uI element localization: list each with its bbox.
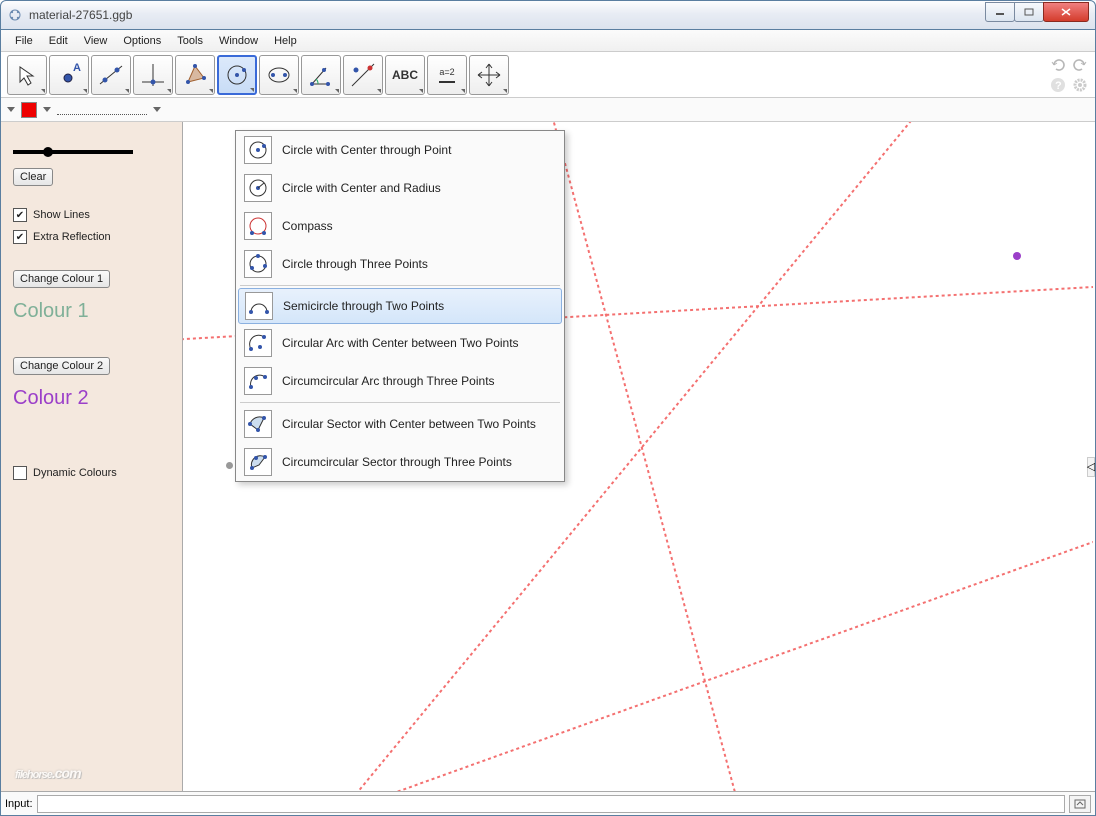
compass-icon xyxy=(244,212,272,240)
dropdown-item-circular-arc[interactable]: Circular Arc with Center between Two Poi… xyxy=(236,324,564,362)
tool-ellipse[interactable] xyxy=(259,55,299,95)
color-picker[interactable] xyxy=(21,102,37,118)
window-title: material-27651.ggb xyxy=(29,8,986,22)
dropdown-item-circle-center-radius[interactable]: Circle with Center and Radius xyxy=(236,169,564,207)
tool-move[interactable] xyxy=(7,55,47,95)
undo-icon[interactable] xyxy=(1049,56,1067,74)
tool-reflect[interactable] xyxy=(343,55,383,95)
input-bar: Input: xyxy=(1,791,1095,815)
color-dropdown-icon[interactable] xyxy=(43,107,51,112)
menu-window[interactable]: Window xyxy=(211,32,266,50)
change-colour-1-button[interactable]: Change Colour 1 xyxy=(13,270,110,288)
clear-button[interactable]: Clear xyxy=(13,168,53,186)
colour-1-label: Colour 1 xyxy=(13,300,170,323)
show-lines-checkbox[interactable]: ✔Show Lines xyxy=(13,208,170,222)
tool-line[interactable] xyxy=(91,55,131,95)
style-bar xyxy=(1,98,1095,122)
dropdown-item-circumcircular-arc[interactable]: Circumcircular Arc through Three Points xyxy=(236,362,564,400)
input-field[interactable] xyxy=(37,795,1065,813)
tool-angle[interactable] xyxy=(301,55,341,95)
point-purple[interactable] xyxy=(1013,252,1021,260)
circle-center-radius-icon xyxy=(244,174,272,202)
help-icon[interactable]: ? xyxy=(1049,76,1067,94)
stylebar-toggle-icon[interactable] xyxy=(7,107,15,112)
maximize-button[interactable] xyxy=(1014,2,1044,22)
input-help-button[interactable] xyxy=(1069,795,1091,813)
point-gray[interactable] xyxy=(226,462,233,469)
circular-sector-icon xyxy=(244,410,272,438)
dropdown-item-semicircle[interactable]: Semicircle through Two Points xyxy=(238,288,562,324)
svg-text:A: A xyxy=(73,62,81,74)
extra-reflection-checkbox[interactable]: ✔Extra Reflection xyxy=(13,230,170,244)
circle-tool-dropdown: Circle with Center through Point Circle … xyxy=(235,130,565,482)
circle-center-point-icon xyxy=(244,136,272,164)
settings-icon[interactable] xyxy=(1071,76,1089,94)
show-lines-label: Show Lines xyxy=(33,209,90,221)
dynamic-colours-label: Dynamic Colours xyxy=(33,467,117,479)
circumcircular-sector-icon xyxy=(244,448,272,476)
menu-edit[interactable]: Edit xyxy=(41,32,76,50)
tool-circle[interactable] xyxy=(217,55,257,95)
extra-reflection-label: Extra Reflection xyxy=(33,231,111,243)
minimize-button[interactable] xyxy=(985,2,1015,22)
menu-options[interactable]: Options xyxy=(115,32,169,50)
circular-arc-icon xyxy=(244,329,272,357)
dropdown-item-circle-center-point[interactable]: Circle with Center through Point xyxy=(236,131,564,169)
line-style-picker[interactable] xyxy=(57,105,147,115)
dropdown-item-compass[interactable]: Compass xyxy=(236,207,564,245)
linestyle-dropdown-icon[interactable] xyxy=(153,107,161,112)
dynamic-colours-checkbox[interactable]: Dynamic Colours xyxy=(13,466,170,480)
change-colour-2-button[interactable]: Change Colour 2 xyxy=(13,357,110,375)
tool-point[interactable]: A xyxy=(49,55,89,95)
dropdown-item-circle-three-points[interactable]: Circle through Three Points xyxy=(236,245,564,283)
menu-view[interactable]: View xyxy=(76,32,116,50)
semicircle-icon xyxy=(245,292,273,320)
window-titlebar: material-27651.ggb xyxy=(0,0,1096,30)
colour-2-label: Colour 2 xyxy=(13,387,170,410)
tool-move-view[interactable] xyxy=(469,55,509,95)
svg-text:?: ? xyxy=(1055,80,1062,92)
circumcircular-arc-icon xyxy=(244,367,272,395)
dropdown-item-circular-sector[interactable]: Circular Sector with Center between Two … xyxy=(236,405,564,443)
tool-polygon[interactable] xyxy=(175,55,215,95)
menu-file[interactable]: File xyxy=(7,32,41,50)
tool-slider[interactable]: a=2 xyxy=(427,55,467,95)
menu-tools[interactable]: Tools xyxy=(169,32,211,50)
close-button[interactable] xyxy=(1043,2,1089,22)
dropdown-item-circumcircular-sector[interactable]: Circumcircular Sector through Three Poin… xyxy=(236,443,564,481)
slider-control[interactable] xyxy=(13,150,133,154)
panel-expand-icon[interactable]: ◁ xyxy=(1087,457,1095,477)
app-icon xyxy=(7,7,23,23)
toolbar: A ABC a=2 ? xyxy=(1,52,1095,98)
menu-bar: File Edit View Options Tools Window Help xyxy=(1,30,1095,52)
input-label: Input: xyxy=(5,798,33,810)
sidebar-panel: Clear ✔Show Lines ✔Extra Reflection Chan… xyxy=(1,122,183,791)
menu-help[interactable]: Help xyxy=(266,32,305,50)
circle-three-points-icon xyxy=(244,250,272,278)
tool-text[interactable]: ABC xyxy=(385,55,425,95)
redo-icon[interactable] xyxy=(1071,56,1089,74)
tool-perpendicular[interactable] xyxy=(133,55,173,95)
